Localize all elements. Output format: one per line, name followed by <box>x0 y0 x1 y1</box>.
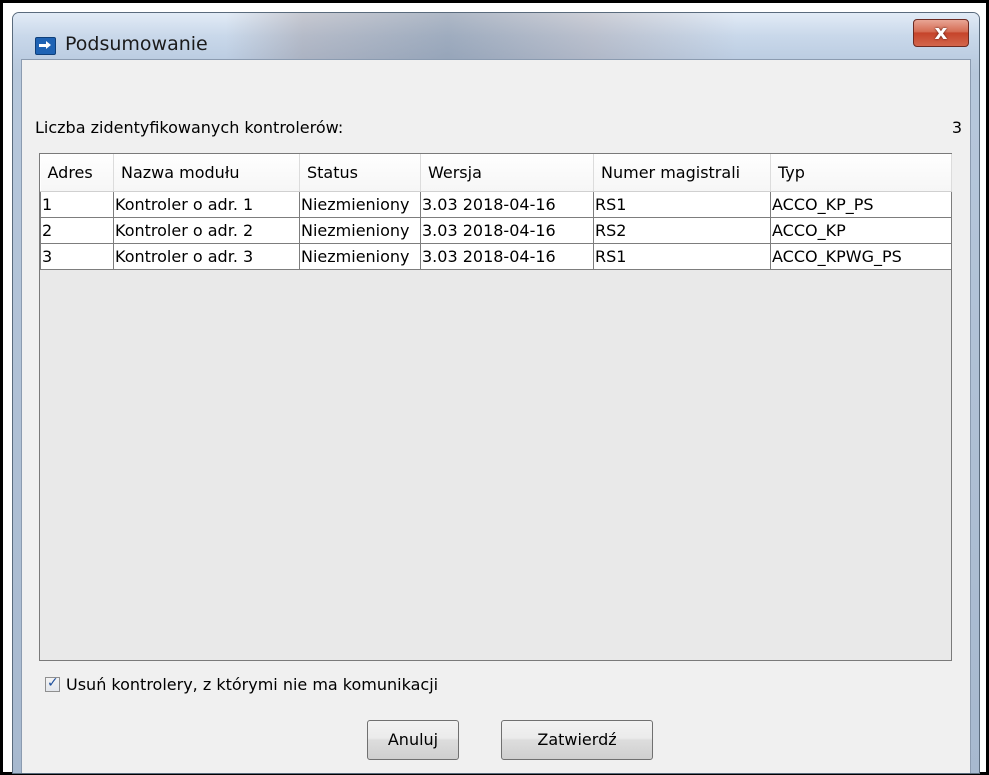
table-row[interactable]: 2 Kontroler o adr. 2 Niezmieniony 3.03 2… <box>40 217 952 244</box>
dialog-body: Liczba zidentyfikowanych kontrolerów: 3 … <box>21 59 971 773</box>
screenshot-frame: Podsumowanie x Liczba zidentyfikowanych … <box>0 0 989 775</box>
checkmark-icon: ✓ <box>47 674 59 691</box>
cell-version: 3.03 2018-04-16 <box>420 191 594 218</box>
column-header-adres[interactable]: Adres <box>40 154 114 192</box>
cell-address: 3 <box>40 243 114 270</box>
column-header-status[interactable]: Status <box>299 154 421 192</box>
cell-type: ACCO_KPWG_PS <box>770 243 952 270</box>
table-row[interactable]: 3 Kontroler o adr. 3 Niezmieniony 3.03 2… <box>40 243 952 270</box>
cell-bus: RS2 <box>593 217 771 244</box>
cell-type: ACCO_KP_PS <box>770 191 952 218</box>
table-header-row: Adres Nazwa modułu Status Wersja Numer m… <box>40 154 952 192</box>
window-title: Podsumowanie <box>65 33 208 55</box>
controller-count-label: Liczba zidentyfikowanych kontrolerów: <box>35 118 344 137</box>
cell-address: 2 <box>40 217 114 244</box>
controller-count-value: 3 <box>951 118 962 137</box>
cell-status: Niezmieniony <box>299 243 421 270</box>
cell-bus: RS1 <box>593 191 771 218</box>
title-bar[interactable]: Podsumowanie x <box>13 13 979 59</box>
remove-controllers-label[interactable]: Usuń kontrolery, z którymi nie ma komuni… <box>66 675 438 694</box>
cell-type: ACCO_KP <box>770 217 952 244</box>
cell-address: 1 <box>40 191 114 218</box>
remove-controllers-option: ✓ Usuń kontrolery, z którymi nie ma komu… <box>45 672 438 696</box>
close-button[interactable]: x <box>913 19 969 47</box>
cancel-button[interactable]: Anuluj <box>367 720 459 760</box>
cell-bus: RS1 <box>593 243 771 270</box>
column-header-magistrala[interactable]: Numer magistrali <box>593 154 771 192</box>
close-icon: x <box>934 20 948 44</box>
app-window-icon <box>35 37 56 55</box>
controllers-table: Adres Nazwa modułu Status Wersja Numer m… <box>40 154 952 270</box>
confirm-button[interactable]: Zatwierdź <box>501 720 653 760</box>
column-header-wersja[interactable]: Wersja <box>420 154 594 192</box>
cell-module-name: Kontroler o adr. 1 <box>113 191 300 218</box>
cell-module-name: Kontroler o adr. 2 <box>113 217 300 244</box>
cell-version: 3.03 2018-04-16 <box>420 243 594 270</box>
controllers-table-container[interactable]: Adres Nazwa modułu Status Wersja Numer m… <box>39 153 952 661</box>
table-row[interactable]: 1 Kontroler o adr. 1 Niezmieniony 3.03 2… <box>40 191 952 218</box>
cell-version: 3.03 2018-04-16 <box>420 217 594 244</box>
column-header-nazwa[interactable]: Nazwa modułu <box>113 154 300 192</box>
column-header-typ[interactable]: Typ <box>770 154 952 192</box>
cell-status: Niezmieniony <box>299 191 421 218</box>
cell-module-name: Kontroler o adr. 3 <box>113 243 300 270</box>
remove-controllers-checkbox[interactable]: ✓ <box>45 674 60 692</box>
cell-status: Niezmieniony <box>299 217 421 244</box>
summary-dialog: Podsumowanie x Liczba zidentyfikowanych … <box>12 12 980 774</box>
